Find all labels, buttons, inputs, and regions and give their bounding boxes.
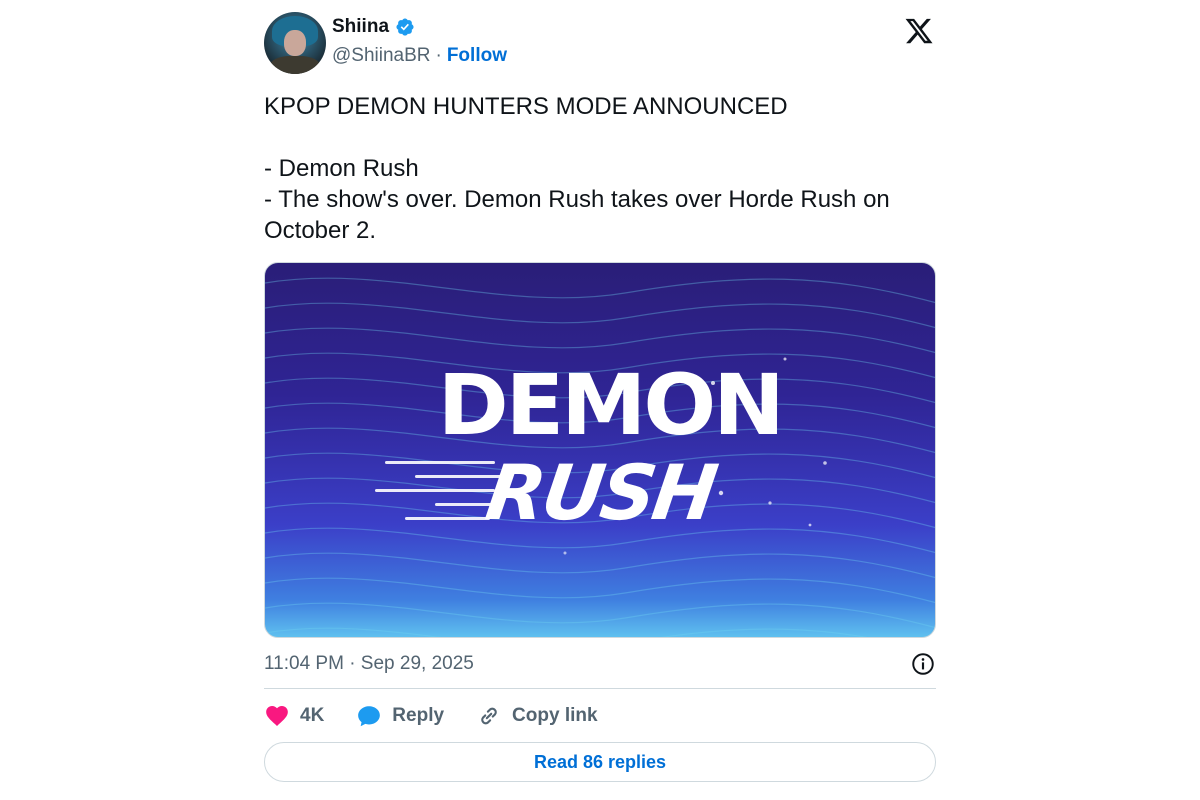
- media-logo: DEMON RUSH: [265, 263, 935, 637]
- tweet-line-headline: KPOP DEMON HUNTERS MODE ANNOUNCED: [264, 93, 788, 120]
- like-button[interactable]: 4K: [264, 703, 324, 729]
- media-title-bottom: RUSH: [480, 448, 720, 537]
- reply-button[interactable]: Reply: [356, 703, 444, 729]
- tweet-text: KPOP DEMON HUNTERS MODE ANNOUNCED - Demo…: [264, 91, 936, 246]
- tweet-card: Shiina @ShiinaBR · Follow KPOP DEMON HUN…: [264, 0, 936, 800]
- author-handle[interactable]: @ShiinaBR: [332, 45, 431, 67]
- link-icon: [481, 707, 497, 725]
- tweet-media-image[interactable]: DEMON RUSH: [264, 262, 936, 638]
- timestamp[interactable]: 11:04 PM · Sep 29, 2025: [264, 653, 474, 675]
- verified-badge-icon: [396, 18, 414, 36]
- heart-icon: [266, 706, 288, 726]
- author-name-row: Shiina: [332, 16, 415, 38]
- read-replies-button[interactable]: Read 86 replies: [264, 742, 936, 782]
- tweet-header: Shiina @ShiinaBR · Follow: [264, 10, 936, 76]
- timestamp-row: 11:04 PM · Sep 29, 2025: [264, 651, 936, 677]
- avatar[interactable]: [264, 12, 326, 74]
- reply-bubble-icon: [358, 706, 381, 727]
- x-logo-icon[interactable]: [904, 16, 934, 46]
- tweet-line-item-1: - Demon Rush: [264, 155, 419, 182]
- media-title-top: DEMON: [437, 356, 785, 454]
- author-name[interactable]: Shiina: [332, 16, 389, 38]
- author-handle-row: @ShiinaBR · Follow: [332, 45, 507, 67]
- reply-label: Reply: [392, 705, 445, 726]
- copy-link-label: Copy link: [512, 705, 598, 726]
- info-icon[interactable]: [910, 651, 936, 677]
- follow-button[interactable]: Follow: [447, 45, 507, 67]
- divider: [264, 688, 936, 689]
- action-bar: 4K Reply Copy link: [264, 702, 630, 730]
- separator-dot: ·: [435, 45, 442, 66]
- tweet-line-item-2: - The show's over. Demon Rush takes over…: [264, 186, 890, 244]
- like-count: 4K: [300, 705, 325, 726]
- copy-link-button[interactable]: Copy link: [476, 703, 598, 729]
